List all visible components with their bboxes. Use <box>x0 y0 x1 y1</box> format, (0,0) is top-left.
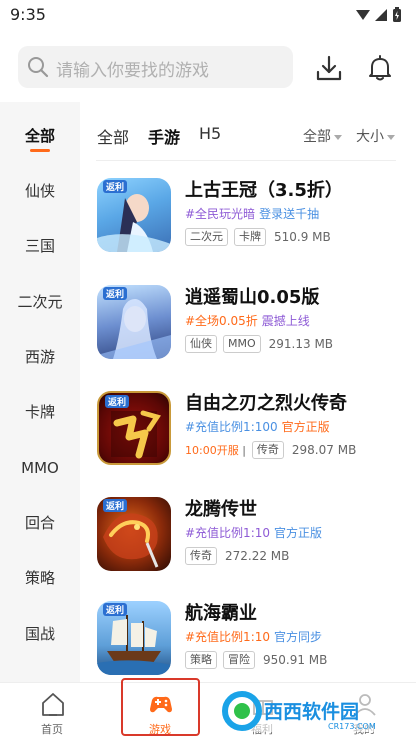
battery-icon <box>393 7 401 22</box>
tab-all[interactable]: 全部 <box>97 124 129 148</box>
tab-mobile[interactable]: 手游 <box>148 124 180 148</box>
tab-h5[interactable]: H5 <box>199 124 221 143</box>
nav-home-label: 首页 <box>41 723 63 736</box>
filter-size-label: 大小 <box>356 129 384 145</box>
genre-tag: 传奇 <box>251 441 284 459</box>
nav-home[interactable]: 首页 <box>12 683 92 740</box>
promo-hashtag: #全民玩光暗 <box>185 207 256 221</box>
rebate-badge: 返利 <box>103 603 128 616</box>
open-time-text: 10:00开服 <box>185 444 239 457</box>
selection-highlight <box>121 678 200 736</box>
sidebar-item-card[interactable]: 卡牌 <box>0 392 80 432</box>
game-list-item[interactable]: 返利 逍遥蜀山0.05版 #全场0.05折 震撼上线 仙侠 MMO 291.13 … <box>80 285 416 385</box>
sidebar-item-turn-based[interactable]: 回合 <box>0 503 80 543</box>
sidebar-item-sanguo[interactable]: 三国 <box>0 226 80 266</box>
cellular-icon <box>375 9 387 21</box>
game-icon: 返利 <box>97 497 171 571</box>
download-icon[interactable] <box>314 54 344 84</box>
game-title: 龙腾传世 <box>185 499 257 520</box>
game-title: 逍遥蜀山0.05版 <box>185 287 320 308</box>
game-list-item[interactable]: 返利 航海霸业 #充值比例1:10 官方同步 策略 冒险 950.91 MB <box>80 601 416 682</box>
search-input[interactable]: 请输入你要找的游戏 <box>18 46 293 88</box>
chevron-down-icon <box>387 134 395 140</box>
game-size: 272.22 MB <box>225 549 290 563</box>
watermark-sub: CR173.COM <box>328 722 376 731</box>
game-promo: #全场0.05折 震撼上线 <box>185 312 310 329</box>
game-icon: 返利 <box>97 391 171 465</box>
rebate-badge: 返利 <box>103 180 128 193</box>
promo-note: 官方正版 <box>274 526 323 540</box>
home-icon <box>42 693 64 716</box>
game-size: 950.91 MB <box>263 653 328 667</box>
rebate-badge: 返利 <box>103 499 128 512</box>
game-list-item[interactable]: 返利 上古王冠（3.5折） #全民玩光暗 登录送千抽 二次元 卡牌 510.9 M… <box>80 178 416 278</box>
game-title: 航海霸业 <box>185 603 257 624</box>
game-list-panel: 全部 手游 H5 全部 大小 返利 上古王冠（3.5折） #全民玩光暗 登录送千抽… <box>80 102 416 682</box>
game-icon: 返利 <box>97 601 171 675</box>
promo-hashtag: #充值比例1:10 <box>185 526 271 540</box>
filter-all-label: 全部 <box>303 129 331 145</box>
status-bar: 9:35 <box>0 0 416 30</box>
game-title: 上古王冠（3.5折） <box>185 180 343 201</box>
promo-note: 官方正版 <box>281 420 330 434</box>
promo-note: 官方同步 <box>274 630 323 644</box>
game-promo: #充值比例1:10 官方正版 <box>185 524 322 541</box>
rebate-badge: 返利 <box>103 287 128 300</box>
genre-tag: 传奇 <box>185 547 217 565</box>
search-icon <box>28 57 49 78</box>
search-placeholder: 请输入你要找的游戏 <box>56 61 209 81</box>
game-tags: 策略 冒险 950.91 MB <box>185 651 327 669</box>
sidebar-item-all[interactable]: 全部 <box>0 116 80 156</box>
game-icon: 返利 <box>97 178 171 252</box>
genre-tag: 卡牌 <box>234 228 266 246</box>
genre-tag: 仙侠 <box>185 335 217 353</box>
sidebar-item-mmo[interactable]: MMO <box>0 448 80 488</box>
game-promo: #充值比例1:100 官方正版 <box>185 418 330 435</box>
sidebar-item-strategy[interactable]: 策略 <box>0 558 80 598</box>
divider <box>96 160 396 161</box>
sidebar-item-guozhan[interactable]: 国战 <box>0 614 80 654</box>
chevron-down-icon <box>334 134 342 140</box>
game-tags: 10:00开服 | 传奇 298.07 MB <box>185 441 356 459</box>
search-header: 请输入你要找的游戏 <box>0 30 416 102</box>
status-icons <box>356 7 402 23</box>
genre-tag: 策略 <box>185 651 217 669</box>
sidebar-item-xianxia[interactable]: 仙侠 <box>0 171 80 211</box>
open-time: 10:00开服 | <box>185 444 246 457</box>
filter-all-dropdown[interactable]: 全部 <box>303 126 342 146</box>
status-time: 9:35 <box>10 5 46 24</box>
game-promo: #充值比例1:10 官方同步 <box>185 628 322 645</box>
game-icon: 返利 <box>97 285 171 359</box>
promo-note: 登录送千抽 <box>259 207 320 221</box>
promo-hashtag: #充值比例1:100 <box>185 420 278 434</box>
game-tags: 传奇 272.22 MB <box>185 547 289 565</box>
promo-hashtag: #充值比例1:10 <box>185 630 271 644</box>
watermark-logo: 西西软件园 CR173.COM <box>220 690 400 732</box>
game-size: 510.9 MB <box>274 230 331 244</box>
game-list-item[interactable]: 返利 自由之刃之烈火传奇 #充值比例1:100 官方正版 10:00开服 | 传奇… <box>80 391 416 491</box>
game-tags: 二次元 卡牌 510.9 MB <box>185 228 331 246</box>
sidebar-item-anime[interactable]: 二次元 <box>0 282 80 322</box>
bell-icon[interactable] <box>365 53 395 83</box>
filter-size-dropdown[interactable]: 大小 <box>356 126 395 146</box>
promo-note: 震撼上线 <box>261 314 310 328</box>
game-list-item[interactable]: 返利 龙腾传世 #充值比例1:10 官方正版 传奇 272.22 MB <box>80 497 416 597</box>
signal-icon <box>356 10 370 20</box>
genre-tag: MMO <box>223 335 261 353</box>
game-title: 自由之刃之烈火传奇 <box>185 393 347 414</box>
sidebar-item-xiyou[interactable]: 西游 <box>0 337 80 377</box>
genre-tag: 冒险 <box>223 651 255 669</box>
genre-tag: 二次元 <box>185 228 228 246</box>
game-size: 298.07 MB <box>291 443 357 457</box>
promo-hashtag: #全场0.05折 <box>185 314 258 328</box>
game-size: 291.13 MB <box>268 337 334 351</box>
game-promo: #全民玩光暗 登录送千抽 <box>185 205 319 222</box>
platform-tabs: 全部 手游 H5 全部 大小 <box>80 102 416 162</box>
watermark-text: 西西软件园 <box>264 700 359 723</box>
rebate-badge: 返利 <box>105 395 130 408</box>
game-tags: 仙侠 MMO 291.13 MB <box>185 335 333 353</box>
category-sidebar: 全部 仙侠 三国 二次元 西游 卡牌 MMO 回合 策略 国战 <box>0 102 80 682</box>
